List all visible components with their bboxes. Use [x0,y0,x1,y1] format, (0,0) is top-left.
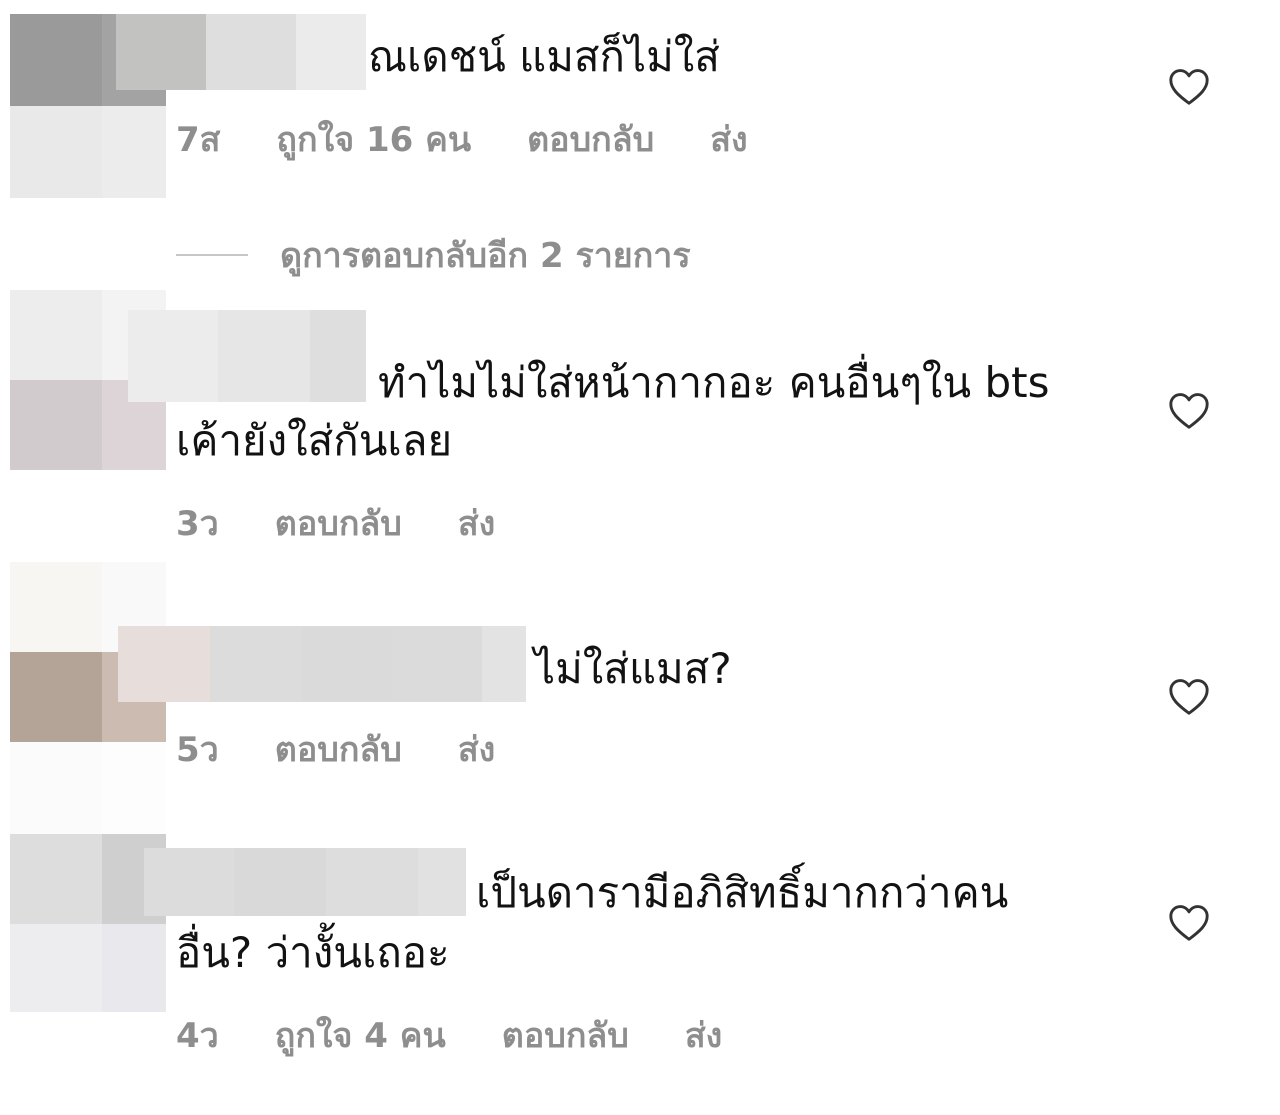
comment-meta: 7ส ถูกใจ 16 คน ตอบกลับ ส่ง [176,112,748,166]
heart-outline-icon[interactable] [1167,390,1211,430]
comment-time[interactable]: 3ว [176,496,219,550]
username-blurred[interactable] [128,310,366,402]
divider-line [176,254,248,256]
view-replies-label[interactable]: ดูการตอบกลับอีก 2 รายการ [280,228,691,282]
send-button[interactable]: ส่ง [458,722,495,776]
comment-text-line2: เค้ายังใส่กันเลย [176,416,453,465]
comment-text: ไม่ใส่แมส? [534,644,732,693]
comment-time[interactable]: 5ว [176,722,219,776]
send-button[interactable]: ส่ง [458,496,495,550]
send-button[interactable]: ส่ง [685,1008,722,1062]
reply-button[interactable]: ตอบกลับ [275,496,402,550]
comment-text-line1: เป็นดารามีอภิสิทธิ์มากกว่าคน [476,868,1009,917]
username-blurred[interactable] [116,14,366,90]
comment-likes-count[interactable]: ถูกใจ 4 คน [275,1008,446,1062]
comment-meta: 4ว ถูกใจ 4 คน ตอบกลับ ส่ง [176,1008,722,1062]
comment-text-line2: อื่น? ว่างั้นเถอะ [176,928,450,977]
comment-meta: 3ว ตอบกลับ ส่ง [176,496,495,550]
comment-meta: 5ว ตอบกลับ ส่ง [176,722,495,776]
comment-text-line1: ทำไมไม่ใส่หน้ากากอะ คนอื่นๆใน bts [378,358,1050,407]
comment-time[interactable]: 4ว [176,1008,219,1062]
heart-outline-icon[interactable] [1167,676,1211,716]
heart-outline-icon[interactable] [1167,902,1211,942]
send-button[interactable]: ส่ง [710,112,747,166]
reply-button[interactable]: ตอบกลับ [502,1008,629,1062]
heart-outline-icon[interactable] [1167,66,1211,106]
comment-text: ณเดชน์ แมสก็ไม่ใส่ [368,32,720,81]
reply-button[interactable]: ตอบกลับ [275,722,402,776]
username-blurred[interactable] [118,626,526,702]
reply-button[interactable]: ตอบกลับ [527,112,654,166]
comment-time[interactable]: 7ส [176,112,220,166]
comment-likes-count[interactable]: ถูกใจ 16 คน [276,112,471,166]
view-more-replies[interactable]: ดูการตอบกลับอีก 2 รายการ [176,228,691,282]
avatar[interactable] [10,834,166,1012]
username-blurred[interactable] [144,848,466,916]
